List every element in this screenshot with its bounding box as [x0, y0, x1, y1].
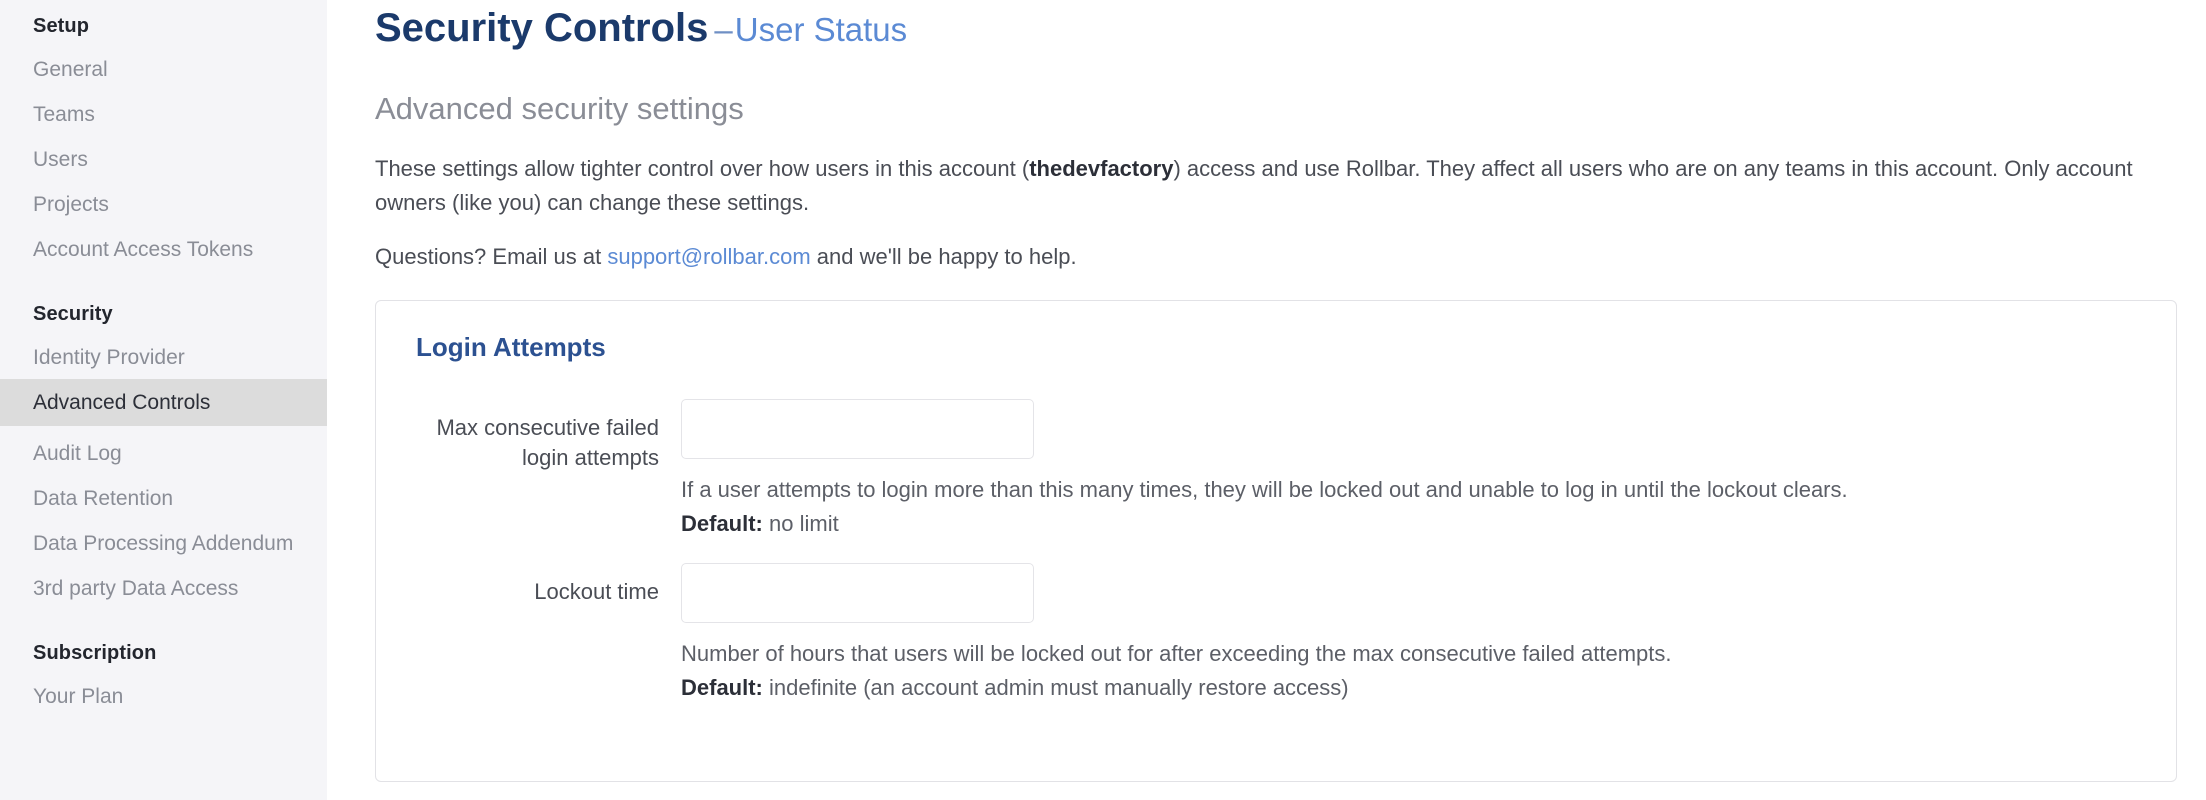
- field-help-max-failed-attempts: If a user attempts to login more than th…: [681, 477, 1848, 502]
- field-help-lockout-time: Number of hours that users will be locke…: [681, 641, 1672, 666]
- page-title-dash: –: [714, 11, 733, 48]
- lockout-time-input[interactable]: [681, 563, 1034, 623]
- intro-text-part1: These settings allow tighter control ove…: [375, 156, 1030, 181]
- field-row-max-failed-attempts: Max consecutive failed login attempts If…: [376, 399, 2176, 541]
- sidebar-item-your-plan[interactable]: Your Plan: [0, 679, 327, 714]
- account-name: thedevfactory: [1029, 156, 1174, 181]
- sidebar-item-users[interactable]: Users: [0, 142, 327, 177]
- default-label-max-failed-attempts: Default:: [681, 511, 763, 536]
- page-title-subtitle: User Status: [734, 11, 908, 48]
- section-subheading: Advanced security settings: [375, 91, 744, 126]
- page-title: Security Controls –User Status: [375, 0, 2182, 54]
- sidebar-item-projects[interactable]: Projects: [0, 187, 327, 222]
- default-value-text-lockout-time: indefinite (an account admin must manual…: [769, 675, 1349, 700]
- sidebar-item-audit-log[interactable]: Audit Log: [0, 436, 327, 471]
- sidebar-item-data-retention[interactable]: Data Retention: [0, 481, 327, 516]
- login-attempts-card: Login Attempts Max consecutive failed lo…: [375, 300, 2177, 782]
- page-root: Account Settings Setup General Teams Use…: [0, 0, 2206, 800]
- sidebar-item-identity-provider[interactable]: Identity Provider: [0, 340, 327, 375]
- max-failed-login-attempts-input[interactable]: [681, 399, 1034, 459]
- sidebar-section-security: Security: [33, 303, 113, 325]
- intro-paragraph: These settings allow tighter control ove…: [375, 152, 2155, 220]
- sidebar-section-subscription: Subscription: [33, 642, 157, 664]
- questions-paragraph: Questions? Email us at support@rollbar.c…: [375, 240, 2155, 274]
- field-row-lockout-time: Lockout time Number of hours that users …: [376, 563, 2176, 705]
- sidebar-item-account-access-tokens[interactable]: Account Access Tokens: [0, 232, 327, 267]
- default-value-text-max-failed-attempts: no limit: [769, 511, 839, 536]
- page-title-main: Security Controls: [375, 6, 709, 50]
- sidebar-item-teams[interactable]: Teams: [0, 97, 327, 132]
- default-label-lockout-time: Default:: [681, 675, 763, 700]
- sidebar-item-advanced-controls[interactable]: Advanced Controls: [0, 379, 327, 426]
- sidebar: Account Settings Setup General Teams Use…: [0, 0, 327, 800]
- field-default-max-failed-attempts: Default: no limit: [681, 507, 2176, 541]
- card-title: Login Attempts: [416, 332, 606, 362]
- field-default-lockout-time: Default: indefinite (an account admin mu…: [681, 671, 2176, 705]
- field-label-lockout-time: Lockout time: [534, 579, 659, 604]
- questions-text-part2: and we'll be happy to help.: [810, 244, 1077, 269]
- sidebar-item-general[interactable]: General: [0, 52, 327, 87]
- field-body-max-failed-attempts: If a user attempts to login more than th…: [681, 399, 2176, 541]
- sidebar-section-setup: Setup: [33, 15, 90, 37]
- questions-text-part1: Questions? Email us at: [375, 244, 608, 269]
- sidebar-item-data-processing-addendum[interactable]: Data Processing Addendum: [0, 526, 327, 561]
- main-content: Security Controls –User Status Advanced s…: [327, 0, 2206, 800]
- support-email-link[interactable]: support@rollbar.com: [607, 244, 810, 269]
- sidebar-item-3rd-party-data-access[interactable]: 3rd party Data Access: [0, 571, 327, 606]
- field-body-lockout-time: Number of hours that users will be locke…: [681, 563, 2176, 705]
- field-label-max-failed-attempts: Max consecutive failed login attempts: [436, 415, 659, 470]
